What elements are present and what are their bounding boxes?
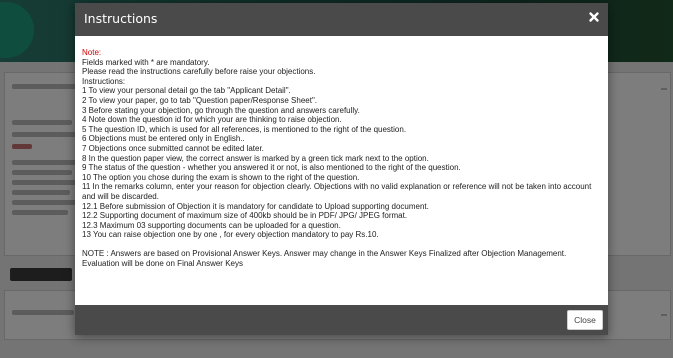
instruction-line: 12.2 Supporting document of maximum size… bbox=[82, 211, 408, 221]
instruction-line: 12.3 Maximum 03 supporting documents can… bbox=[82, 220, 341, 230]
note-label: Note: bbox=[82, 48, 102, 57]
instruction-line: Fields marked with * are mandatory. bbox=[82, 57, 210, 67]
instruction-line: 10 The option you chose during the exam … bbox=[82, 172, 360, 182]
modal-footer: Close bbox=[75, 305, 608, 335]
instruction-line: 1 To view your personal detail go the ta… bbox=[82, 86, 291, 96]
modal-title: Instructions bbox=[84, 11, 158, 26]
instruction-line: 7 Objections once submitted cannot be ed… bbox=[82, 143, 264, 153]
close-icon[interactable] bbox=[587, 9, 601, 23]
instruction-line: 9 The status of the question - whether y… bbox=[82, 163, 461, 173]
instruction-line: 5 The question ID, which is used for all… bbox=[82, 124, 407, 134]
modal-header: Instructions bbox=[75, 3, 608, 36]
instruction-line: 3 Before stating your objection, go thro… bbox=[82, 105, 360, 115]
instruction-line: Please read the instructions carefully b… bbox=[82, 67, 316, 77]
instruction-line: 2 To view your paper, go to tab "Questio… bbox=[82, 95, 318, 105]
answer-key-note: NOTE : Answers are based on Provisional … bbox=[82, 249, 567, 269]
instruction-line: 4 Note down the question id for which yo… bbox=[82, 115, 342, 125]
instructions-modal: Instructions Note: Fields marked with * … bbox=[75, 3, 608, 335]
instruction-line: Instructions: bbox=[82, 76, 126, 86]
instruction-line: 11 In the remarks column, enter your rea… bbox=[82, 182, 592, 201]
instruction-line: 8 In the question paper view, the correc… bbox=[82, 153, 429, 163]
close-button[interactable]: Close bbox=[567, 310, 603, 330]
instructions-text: Note: Fields marked with * are mandatory… bbox=[82, 48, 604, 269]
instruction-line: 13 You can raise objection one by one , … bbox=[82, 230, 379, 240]
instruction-line: 12.1 Before submission of Objection it i… bbox=[82, 201, 429, 211]
instruction-line: 6 Objections must be entered only in Eng… bbox=[82, 134, 245, 144]
